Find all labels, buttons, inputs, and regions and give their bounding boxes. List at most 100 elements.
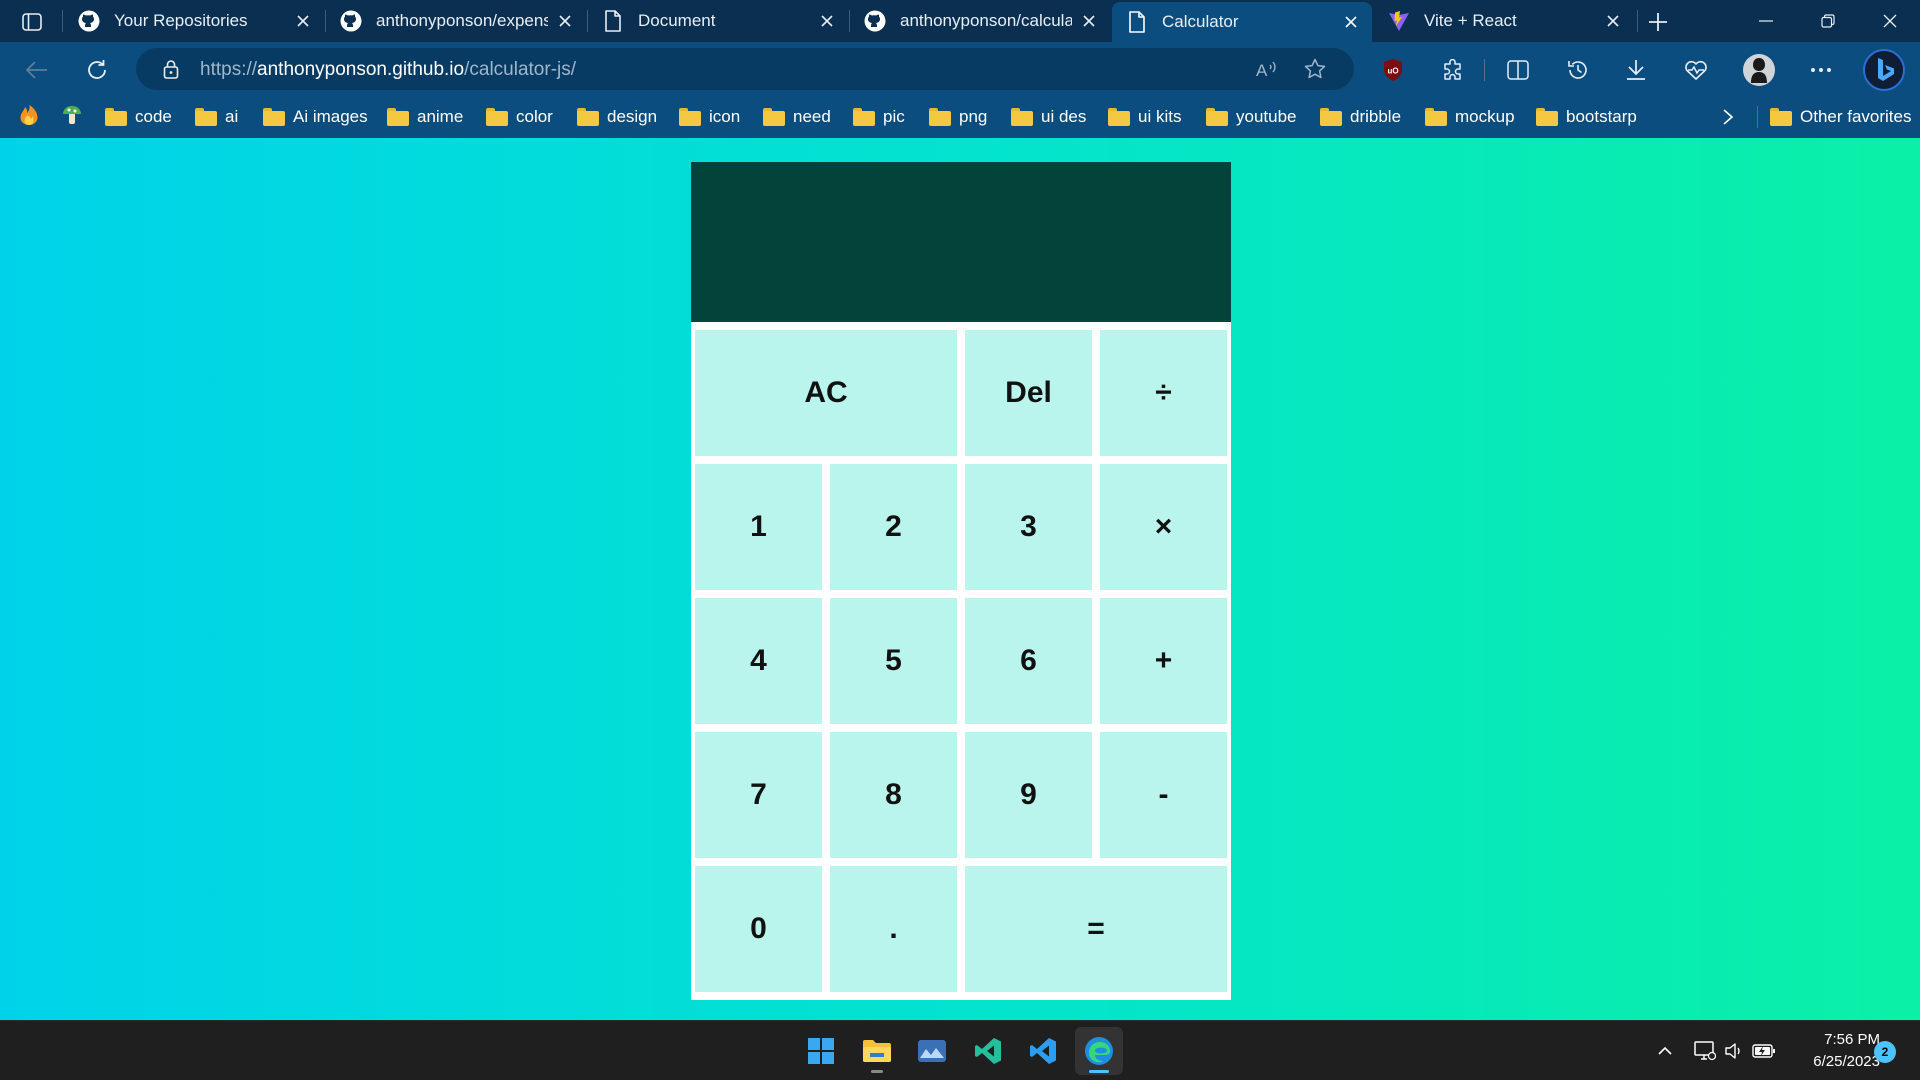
read-aloud-icon[interactable]: A	[1250, 52, 1284, 86]
favorite-folder-dribble[interactable]: dribble	[1320, 96, 1401, 138]
folder-icon	[853, 108, 875, 126]
favorite-folder-design[interactable]: design	[577, 96, 657, 138]
tab-title: Document	[638, 11, 716, 30]
key-4[interactable]: 4	[695, 598, 822, 724]
key-7[interactable]: 7	[695, 732, 822, 858]
close-tab-icon[interactable]	[548, 4, 582, 38]
more-options-icon[interactable]	[1802, 51, 1840, 89]
favorite-folder-bootstarp[interactable]: bootstarp	[1536, 96, 1637, 138]
tab-document[interactable]: Document	[588, 0, 848, 42]
other-favorites[interactable]: Other favorites	[1770, 96, 1912, 138]
tab-your-repositories[interactable]: Your Repositories	[64, 0, 324, 42]
favorite-folder-ai-images[interactable]: Ai images	[263, 96, 368, 138]
favorite-folder-png[interactable]: png	[929, 96, 987, 138]
favorite-folder-ui-kits[interactable]: ui kits	[1108, 96, 1181, 138]
system-clock[interactable]: 7:56 PM 6/25/2023	[1790, 1029, 1880, 1073]
key-subtract[interactable]: -	[1100, 732, 1227, 858]
github-icon	[864, 10, 886, 32]
favorite-folder-code[interactable]: code	[105, 96, 172, 138]
key-8[interactable]: 8	[830, 732, 957, 858]
profile-avatar-icon[interactable]	[1740, 51, 1778, 89]
favorite-star-icon[interactable]	[1298, 52, 1332, 86]
folder-icon	[929, 108, 951, 126]
key-0[interactable]: 0	[695, 866, 822, 992]
network-icon[interactable]	[1693, 1039, 1717, 1063]
key-equals[interactable]: =	[965, 866, 1227, 992]
visual-studio-code-icon[interactable]	[1019, 1027, 1067, 1075]
restore-icon[interactable]	[1798, 0, 1858, 42]
tab-vite-react[interactable]: Vite + React	[1374, 0, 1634, 42]
back-arrow-icon[interactable]	[18, 51, 56, 89]
favorite-folder-youtube[interactable]: youtube	[1206, 96, 1297, 138]
favorite-folder-ai[interactable]: ai	[195, 96, 238, 138]
ublock-origin-icon[interactable]: uO	[1374, 51, 1412, 89]
minimize-icon[interactable]	[1736, 0, 1796, 42]
browser-essentials-icon[interactable]	[1677, 51, 1715, 89]
windows-start-icon[interactable]	[797, 1027, 845, 1075]
close-tab-icon[interactable]	[810, 4, 844, 38]
new-tab-icon[interactable]	[1640, 4, 1676, 40]
downloads-icon[interactable]	[1617, 51, 1655, 89]
folder-icon	[1320, 108, 1342, 126]
favorites-overflow-chevron-icon[interactable]	[1722, 96, 1734, 138]
github-icon	[340, 10, 362, 32]
battery-icon[interactable]	[1752, 1039, 1776, 1063]
close-tab-icon[interactable]	[286, 4, 320, 38]
favorite-folder-ui-des[interactable]: ui des	[1011, 96, 1086, 138]
url-text[interactable]: https://anthonyponson.github.io/calculat…	[200, 59, 576, 81]
lock-icon[interactable]	[154, 52, 188, 86]
vite-icon	[1388, 10, 1410, 32]
close-tab-icon[interactable]	[1072, 4, 1106, 38]
extensions-icon[interactable]	[1434, 51, 1472, 89]
tab-expense-repo[interactable]: anthonyponson/expense	[326, 0, 586, 42]
tab-title: anthonyponson/expense	[376, 11, 548, 30]
photos-icon[interactable]	[908, 1027, 956, 1075]
key-decimal[interactable]: .	[830, 866, 957, 992]
key-9[interactable]: 9	[965, 732, 1092, 858]
flame-icon	[18, 104, 40, 131]
tab-calculator-repo[interactable]: anthonyponson/calculat	[850, 0, 1110, 42]
history-icon[interactable]	[1559, 51, 1597, 89]
notification-badge[interactable]: 2	[1874, 1041, 1896, 1063]
windows-taskbar: 7:56 PM 6/25/2023 2	[0, 1020, 1920, 1080]
key-3[interactable]: 3	[965, 464, 1092, 590]
key-divide[interactable]: ÷	[1100, 330, 1227, 456]
favorite-label: design	[607, 107, 658, 126]
favorite-folder-need[interactable]: need	[763, 96, 831, 138]
microsoft-edge-icon[interactable]	[1075, 1027, 1123, 1075]
key-add[interactable]: +	[1100, 598, 1227, 724]
favorite-flame[interactable]	[18, 96, 40, 138]
close-window-icon[interactable]	[1860, 0, 1920, 42]
show-hidden-icons-chevron-icon[interactable]	[1653, 1039, 1677, 1063]
favorite-folder-mockup[interactable]: mockup	[1425, 96, 1515, 138]
folder-icon	[486, 108, 508, 126]
bing-copilot-icon[interactable]	[1862, 48, 1906, 92]
browser-toolbar: https://anthonyponson.github.io/calculat…	[0, 42, 1920, 96]
favorite-folder-color[interactable]: color	[486, 96, 553, 138]
tab-actions-icon[interactable]	[14, 8, 50, 36]
favorite-label: need	[793, 107, 831, 126]
close-tab-icon[interactable]	[1334, 5, 1368, 39]
favorite-folder-icon[interactable]: icon	[679, 96, 740, 138]
folder-icon	[1425, 108, 1447, 126]
file-explorer-icon[interactable]	[853, 1027, 901, 1075]
split-screen-icon[interactable]	[1499, 51, 1537, 89]
favorite-folder-pic[interactable]: pic	[853, 96, 905, 138]
key-1[interactable]: 1	[695, 464, 822, 590]
visual-studio-code-insiders-icon[interactable]	[964, 1027, 1012, 1075]
key-multiply[interactable]: ×	[1100, 464, 1227, 590]
volume-icon[interactable]	[1722, 1039, 1746, 1063]
key-6[interactable]: 6	[965, 598, 1092, 724]
refresh-icon[interactable]	[78, 51, 116, 89]
key-5[interactable]: 5	[830, 598, 957, 724]
favorite-mushroom[interactable]	[61, 96, 83, 138]
key-2[interactable]: 2	[830, 464, 957, 590]
favorite-label: ui kits	[1138, 107, 1182, 126]
key-delete[interactable]: Del	[965, 330, 1092, 456]
tab-calculator[interactable]: Calculator	[1112, 2, 1372, 42]
favorite-folder-anime[interactable]: anime	[387, 96, 463, 138]
address-bar[interactable]: https://anthonyponson.github.io/calculat…	[136, 48, 1354, 90]
folder-icon	[1108, 108, 1130, 126]
close-tab-icon[interactable]	[1596, 4, 1630, 38]
key-all-clear[interactable]: AC	[695, 330, 957, 456]
